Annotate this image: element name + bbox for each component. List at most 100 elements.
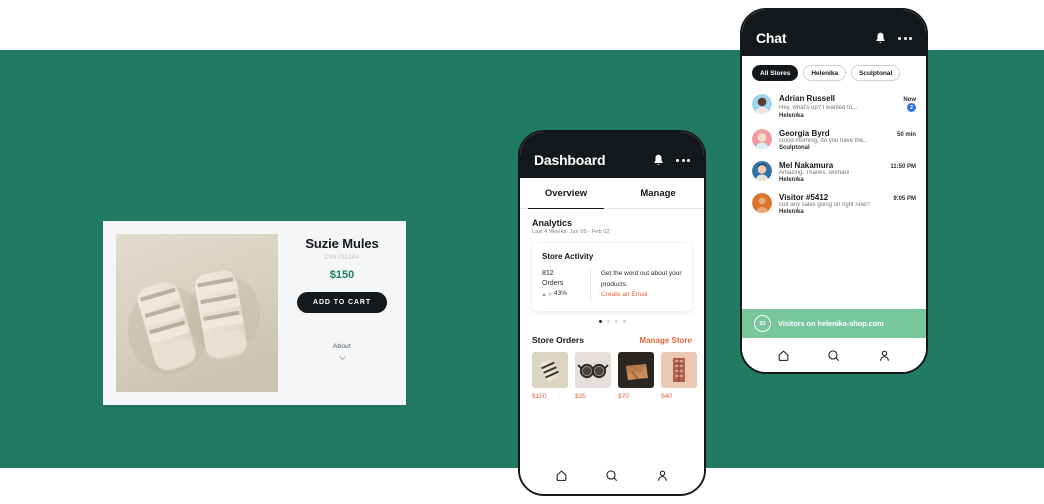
order-thumbnail bbox=[618, 351, 654, 388]
page-background: Suzie Mules C46700104 $150 ADD TO CART A… bbox=[0, 0, 1044, 504]
order-item[interactable]: $40 bbox=[661, 351, 697, 400]
chat-contact-name: Visitor #5412 bbox=[779, 193, 829, 202]
order-thumbnail bbox=[661, 351, 697, 388]
chat-list-item[interactable]: Visitor #5412 9:05 PM Got any sales goin… bbox=[742, 188, 926, 220]
order-price: $40 bbox=[661, 392, 672, 400]
chat-list-item[interactable]: Mel Nakamura 11:50 PM Amazing. Thanks, w… bbox=[742, 156, 926, 188]
carousel-dot[interactable] bbox=[598, 319, 602, 323]
add-to-cart-button[interactable]: ADD TO CART bbox=[297, 292, 387, 314]
chat-bottom-nav bbox=[742, 338, 926, 372]
chat-header: Chat bbox=[742, 10, 926, 56]
avatar bbox=[752, 94, 772, 114]
order-price: $35 bbox=[575, 392, 586, 400]
dashboard-header: Dashboard bbox=[520, 132, 704, 178]
product-image bbox=[116, 234, 278, 392]
order-thumbnail bbox=[532, 351, 568, 388]
chat-snippet: Hey, what's up? I wanted to... bbox=[779, 104, 858, 111]
product-sku: C46700104 bbox=[324, 255, 360, 262]
home-icon[interactable] bbox=[777, 349, 790, 362]
chat-list-item[interactable]: Georgia Byrd 50 min Good morning, do you… bbox=[742, 124, 926, 156]
chat-store-label: Helenika bbox=[779, 177, 804, 183]
more-dots-icon[interactable] bbox=[898, 36, 912, 40]
avatar bbox=[752, 161, 772, 181]
dashboard-body: Analytics Last 4 Weeks: Jan 05 - Feb 02 … bbox=[520, 209, 704, 492]
carousel-dot[interactable] bbox=[614, 319, 618, 323]
orders-label: Orders bbox=[542, 280, 564, 288]
chevron-down-icon bbox=[338, 356, 346, 361]
chat-contact-name: Mel Nakamura bbox=[779, 161, 834, 170]
store-activity-promo: Get the word out about your products. Cr… bbox=[590, 269, 682, 301]
analytics-subtitle: Last 4 Weeks: Jan 05 - Feb 02 bbox=[532, 229, 610, 235]
avatar bbox=[752, 193, 772, 213]
home-icon[interactable] bbox=[555, 469, 568, 482]
search-icon[interactable] bbox=[605, 469, 618, 482]
bell-icon[interactable] bbox=[875, 32, 886, 44]
product-price: $150 bbox=[329, 269, 355, 282]
carousel-dot[interactable] bbox=[622, 319, 626, 323]
store-activity-title: Store Activity bbox=[542, 252, 594, 261]
filter-chip-helenika[interactable]: Helenika bbox=[803, 65, 847, 81]
order-thumbnail bbox=[575, 351, 611, 388]
triangle-down-icon bbox=[548, 292, 552, 296]
filter-chip-all-stores[interactable]: All Stores bbox=[752, 65, 799, 81]
promo-text: Get the word out about your products. bbox=[601, 270, 682, 288]
store-orders-header: Store Orders Manage Store bbox=[532, 335, 692, 345]
chat-store-label: Sculptonal bbox=[779, 145, 810, 151]
tab-manage[interactable]: Manage bbox=[612, 178, 704, 208]
store-activity-card: Store Activity 812 Orders 43% Get the wo… bbox=[532, 243, 692, 311]
dashboard-phone: Dashboard Overview Manage Analytics Last… bbox=[518, 130, 706, 496]
bell-icon[interactable] bbox=[653, 154, 664, 166]
chat-timestamp: 9:05 PM bbox=[893, 196, 916, 202]
chat-snippet: Good morning, do you have the... bbox=[779, 138, 869, 144]
chat-list-item[interactable]: Adrian Russell Now Hey, what's up? I wan… bbox=[742, 89, 926, 124]
order-price: $70 bbox=[618, 392, 629, 400]
carousel-dot[interactable] bbox=[606, 319, 610, 323]
store-activity-stats: 812 Orders 43% bbox=[542, 269, 590, 301]
dashboard-tabs: Overview Manage bbox=[520, 178, 704, 210]
order-item[interactable]: $35 bbox=[575, 351, 611, 400]
orders-delta-value: 43% bbox=[554, 290, 568, 298]
triangle-up-icon bbox=[542, 292, 546, 296]
chat-snippet: Amazing. Thanks, woman! bbox=[779, 170, 850, 176]
chat-title: Chat bbox=[756, 30, 787, 46]
analytics-title: Analytics bbox=[532, 218, 573, 228]
dashboard-bottom-nav bbox=[520, 458, 704, 492]
visitors-bar[interactable]: 93 Visitors on helenika-shop.com bbox=[742, 302, 926, 338]
orders-count: 812 bbox=[542, 270, 554, 277]
profile-icon[interactable] bbox=[656, 469, 669, 482]
unread-badge: 2 bbox=[907, 103, 916, 112]
chat-timestamp: 50 min bbox=[896, 132, 916, 138]
drag-handle[interactable] bbox=[822, 302, 846, 305]
order-item[interactable]: $150 bbox=[532, 351, 568, 400]
product-info: Suzie Mules C46700104 $150 ADD TO CART A… bbox=[288, 236, 396, 361]
chat-contact-name: Adrian Russell bbox=[779, 94, 836, 103]
profile-icon[interactable] bbox=[878, 349, 891, 362]
store-orders-grid: $150 $35 $70 $40 bbox=[532, 351, 697, 400]
store-orders-title: Store Orders bbox=[532, 334, 584, 345]
order-item[interactable]: $70 bbox=[618, 351, 654, 400]
avatar bbox=[752, 129, 772, 149]
visitors-count-badge: 93 bbox=[754, 315, 771, 332]
chat-store-filters: All Stores Helenika Sculptonal bbox=[742, 56, 926, 89]
product-title: Suzie Mules bbox=[305, 236, 379, 251]
chat-store-label: Helenika bbox=[779, 113, 804, 119]
orders-delta: 43% bbox=[542, 289, 590, 299]
order-price: $150 bbox=[532, 392, 547, 400]
chat-conversation-list: Adrian Russell Now Hey, what's up? I wan… bbox=[742, 89, 926, 220]
more-dots-icon[interactable] bbox=[676, 158, 690, 162]
chat-timestamp: 11:50 PM bbox=[890, 164, 916, 170]
filter-chip-sculptonal[interactable]: Sculptonal bbox=[851, 65, 901, 81]
manage-store-link[interactable]: Manage Store bbox=[640, 336, 692, 345]
product-card: Suzie Mules C46700104 $150 ADD TO CART A… bbox=[103, 221, 406, 405]
search-icon[interactable] bbox=[827, 349, 840, 362]
tab-overview[interactable]: Overview bbox=[520, 178, 612, 210]
about-toggle[interactable]: About bbox=[288, 335, 396, 361]
chat-contact-name: Georgia Byrd bbox=[779, 129, 830, 138]
chat-store-label: Helenika bbox=[779, 209, 804, 215]
create-email-link[interactable]: Create an Email bbox=[601, 290, 682, 301]
dashboard-title: Dashboard bbox=[534, 152, 606, 168]
visitors-label: Visitors on helenika-shop.com bbox=[778, 319, 884, 328]
carousel-dots[interactable] bbox=[520, 319, 704, 323]
chat-snippet: Got any sales going on right now? bbox=[779, 202, 870, 208]
about-label: About bbox=[333, 343, 351, 351]
